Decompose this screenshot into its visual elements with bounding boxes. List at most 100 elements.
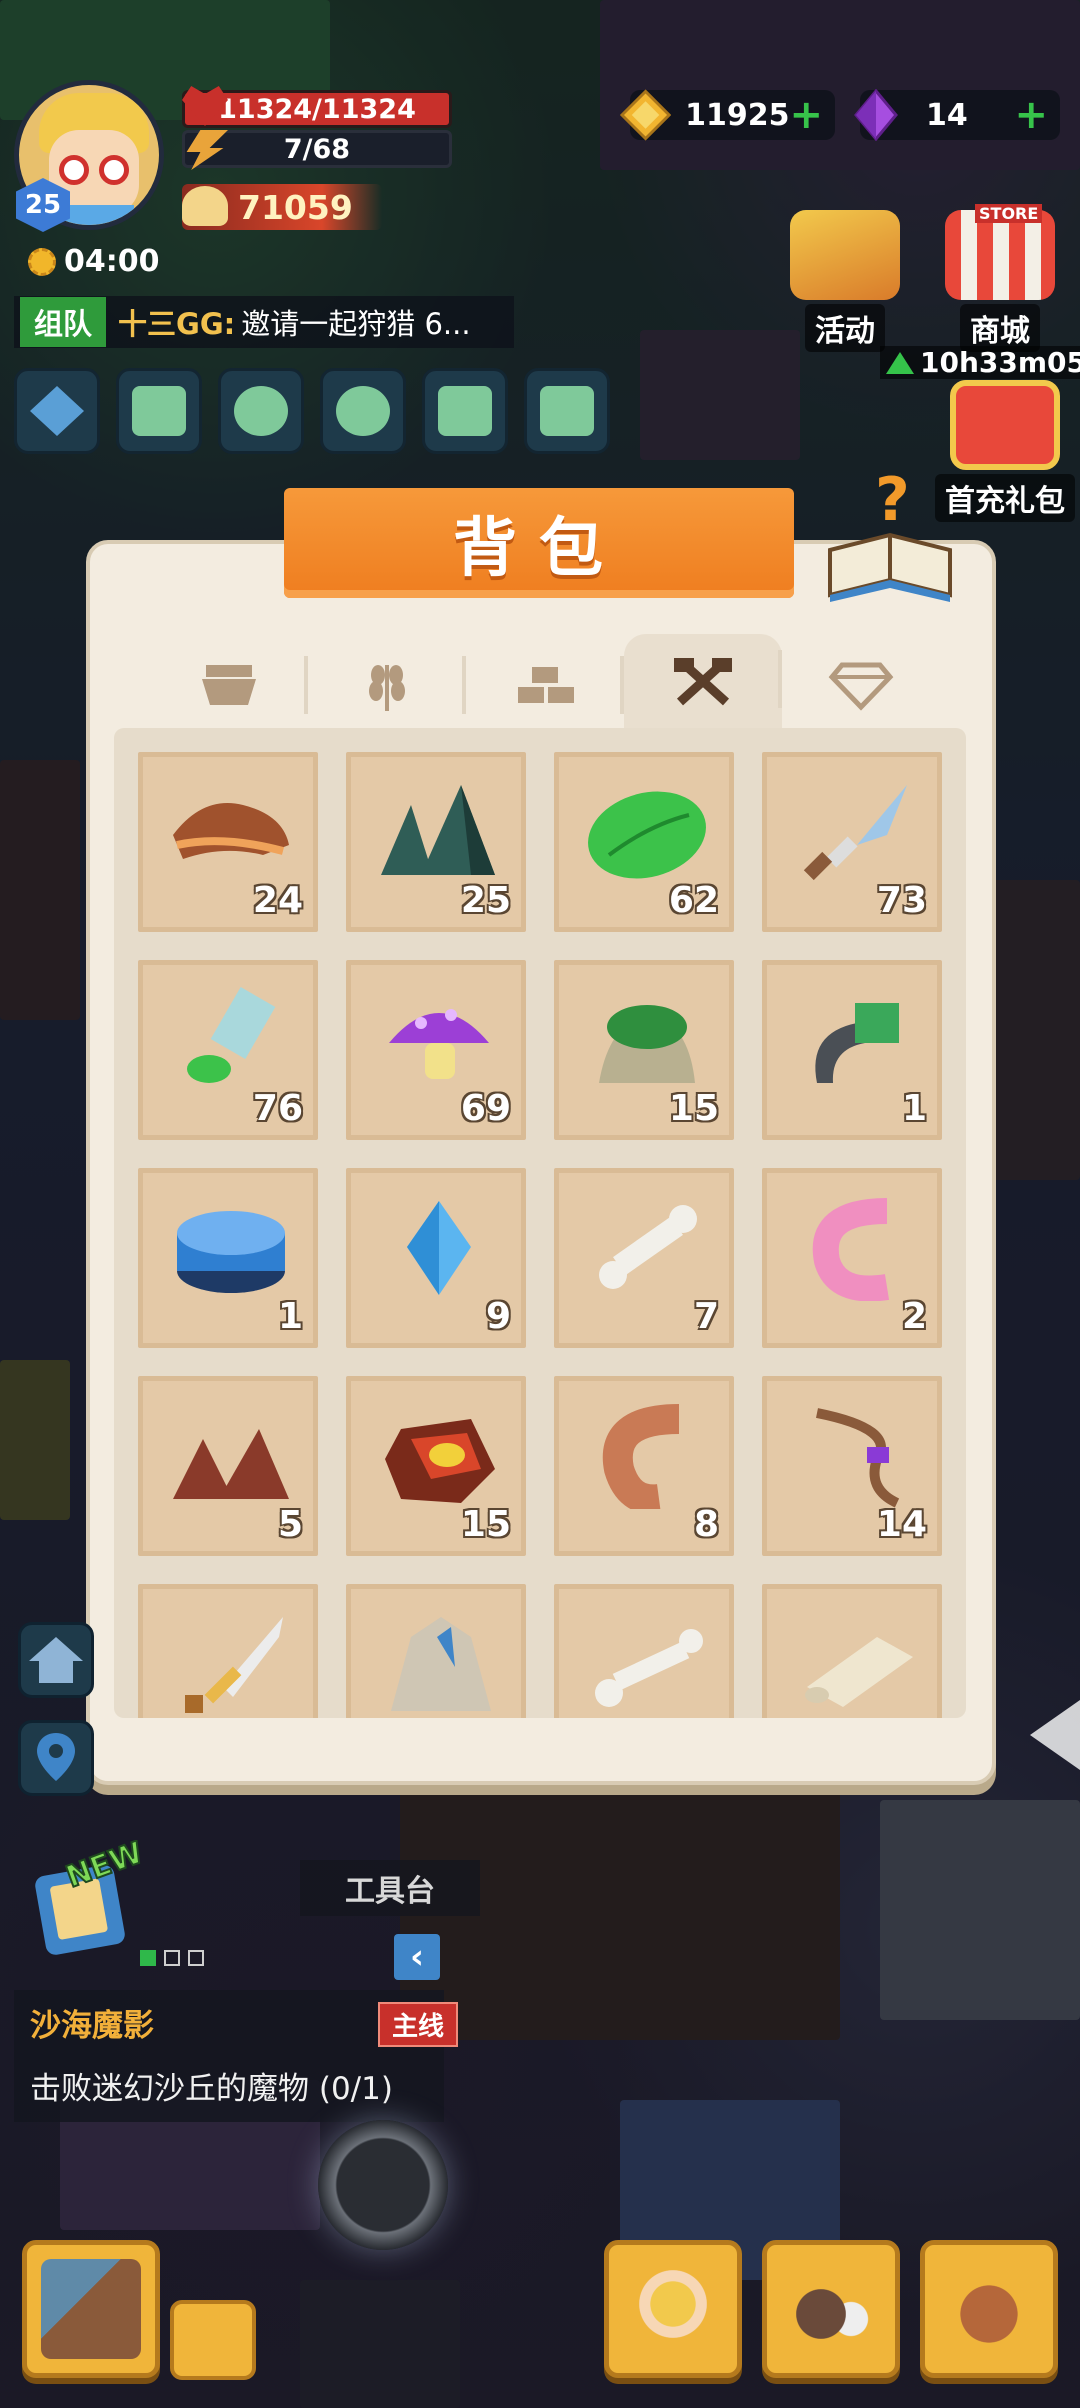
new-item-badge[interactable]: NEW <box>30 1840 150 1960</box>
inventory-slot[interactable]: 9 <box>346 1168 526 1348</box>
attack-action-button[interactable] <box>318 2120 448 2250</box>
workbench-text: 工具台 <box>345 1874 435 1909</box>
hp-value: 11324/11324 <box>218 93 416 125</box>
feature-icon-row <box>14 368 610 454</box>
location-button[interactable] <box>18 1720 94 1796</box>
first-recharge-pack-button[interactable]: 首充礼包 <box>935 380 1075 522</box>
collapse-menu-button[interactable] <box>14 368 100 454</box>
gift-box-icon <box>950 380 1060 470</box>
home-button[interactable] <box>18 1622 94 1698</box>
tab-containers[interactable] <box>150 640 308 730</box>
green-vial-icon <box>187 987 276 1083</box>
inventory-slot[interactable]: 24 <box>138 752 318 932</box>
bricks-icon <box>518 667 574 703</box>
build-hammer-button[interactable] <box>22 2240 160 2378</box>
moss-rock-icon <box>599 1005 695 1083</box>
tab-plants[interactable] <box>308 640 466 730</box>
quest-description: 击败迷幻沙丘的魔物 (0/1) <box>30 2071 393 2107</box>
inventory-slot[interactable]: 69 <box>346 960 526 1140</box>
inventory-slot[interactable]: 7 <box>554 1168 734 1348</box>
item-count: 7 <box>693 1296 719 1337</box>
hero-button[interactable] <box>604 2240 742 2378</box>
events-chest-icon <box>790 210 900 300</box>
item-count: 73 <box>876 880 927 921</box>
add-gems-button[interactable]: + <box>1014 92 1048 138</box>
page-dot-1 <box>140 1950 156 1966</box>
combat-power-value: 71059 <box>238 187 353 227</box>
arrows-icon <box>30 386 84 436</box>
mail-button[interactable] <box>116 368 202 454</box>
inventory-slot[interactable] <box>554 1584 734 1718</box>
chat-preview[interactable]: 组队 十三GG: 邀请一起狩猎 6... <box>14 296 514 348</box>
events-button[interactable]: 活动 <box>790 210 900 352</box>
item-count: 25 <box>460 880 511 921</box>
dark-spikes-icon <box>381 785 495 875</box>
inventory-slot[interactable]: 1 <box>138 1168 318 1348</box>
green-leaf-icon <box>588 791 706 879</box>
help-book-icon[interactable]: ? <box>825 470 955 610</box>
map-icon <box>438 386 492 436</box>
tab-gems[interactable] <box>782 640 940 730</box>
friends-icon <box>234 386 288 436</box>
shop-sign: STORE <box>975 204 1043 223</box>
camera-rotate-button[interactable] <box>170 2300 256 2380</box>
game-clock: 04:00 <box>28 244 160 279</box>
inventory-slot[interactable]: 73 <box>762 752 942 932</box>
diamond-icon <box>828 662 894 711</box>
ice-dagger-icon <box>803 785 907 881</box>
inventory-slot[interactable]: 8 <box>554 1376 734 1556</box>
item-count: 2 <box>901 1296 927 1337</box>
inventory-slot[interactable]: 25 <box>346 752 526 932</box>
item-count: 14 <box>876 1504 927 1545</box>
main-quest-tag: 主线 <box>377 2002 458 2047</box>
inventory-slot[interactable]: 15 <box>554 960 734 1140</box>
purple-mushroom-icon <box>389 1009 489 1079</box>
meat-tentacle-icon <box>602 1404 680 1509</box>
inventory-slot[interactable]: 76 <box>138 960 318 1140</box>
quest-collapse-button[interactable]: ‹ <box>394 1934 440 1980</box>
item-count: 1 <box>277 1296 303 1337</box>
inventory-slot[interactable]: 1 <box>762 960 942 1140</box>
player-level: 25 <box>24 190 62 220</box>
shop-label: 商城 <box>960 304 1040 352</box>
inventory-grid-container: 24 25 62 73 76 69 15 1 1 9 7 2 5 15 8 14 <box>114 728 966 1718</box>
inventory-slot[interactable]: 5 <box>138 1376 318 1556</box>
blue-gem-icon <box>407 1201 471 1295</box>
main-quest-tracker[interactable]: 沙海魔影 主线 击败迷幻沙丘的魔物 (0/1) <box>14 1990 458 2122</box>
inventory-slot[interactable] <box>762 1584 942 1718</box>
up-arrow-icon <box>886 351 914 374</box>
pot-icon <box>202 665 256 705</box>
add-gold-button[interactable]: + <box>789 92 823 138</box>
pets-button[interactable] <box>762 2240 900 2378</box>
chat-message: 邀请一起狩猎 6... <box>241 307 471 341</box>
chat-button[interactable] <box>320 368 406 454</box>
leather-icon <box>173 803 289 859</box>
horn-bow-icon <box>816 1408 900 1508</box>
inventory-slot[interactable]: 14 <box>762 1376 942 1556</box>
inventory-slot[interactable] <box>138 1584 318 1718</box>
red-spikes-icon <box>173 1429 289 1499</box>
quest-title: 沙海魔影 <box>30 2008 154 2044</box>
bone-shard-icon <box>595 1629 703 1707</box>
task-board-button[interactable] <box>524 368 610 454</box>
backpack-title: 背包 <box>453 512 625 586</box>
workbench-label: 工具台 <box>300 1860 480 1916</box>
item-count: 9 <box>485 1296 511 1337</box>
tab-tools[interactable] <box>624 634 782 730</box>
inventory-slot[interactable]: 2 <box>762 1168 942 1348</box>
friends-button[interactable] <box>218 368 304 454</box>
chat-bubble-icon <box>336 386 390 436</box>
page-dot-2 <box>164 1950 180 1966</box>
energy-value: 7/68 <box>283 133 351 165</box>
inventory-slot[interactable] <box>346 1584 526 1718</box>
map-button[interactable] <box>422 368 508 454</box>
mail-icon <box>132 386 186 436</box>
tab-materials[interactable] <box>466 640 624 730</box>
shop-button[interactable]: STORE 商城 <box>945 204 1055 352</box>
backpack-button[interactable] <box>920 2240 1058 2378</box>
inventory-slot[interactable]: 62 <box>554 752 734 932</box>
shop-timer: 10h33m05s <box>880 346 1080 379</box>
gold-gem-icon <box>620 89 672 141</box>
inventory-slot[interactable]: 15 <box>346 1376 526 1556</box>
gem-currency: 14 + <box>854 89 1060 141</box>
